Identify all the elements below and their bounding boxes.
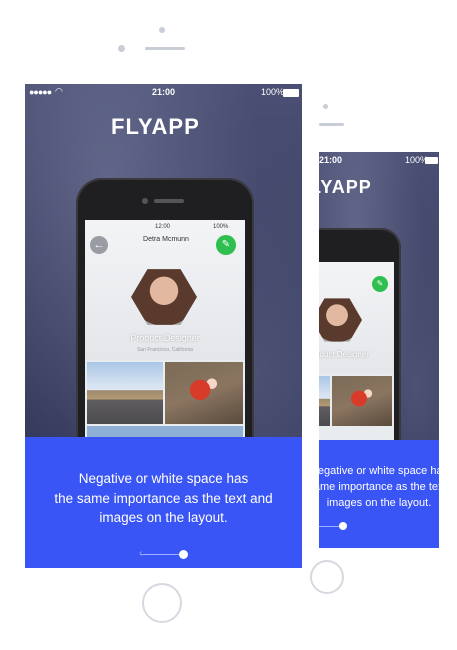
app-logo: FLYAPP [111, 114, 200, 139]
home-button[interactable] [142, 583, 182, 623]
phone-screen-2: ✎ Product Designer [319, 262, 394, 468]
edit-button[interactable]: ✎ [216, 235, 236, 255]
right-screen: 21:00 100% FLYAPP ✎ Product Designer Neg… [319, 152, 439, 548]
pencil-icon: ✎ [221, 239, 231, 250]
profile-role: Product Designer [130, 333, 200, 343]
caption-line-2-2: the same importance as the text and [319, 480, 439, 493]
app-logo-2: FLYAPP [319, 177, 372, 197]
phone-mockup-2: ✎ Product Designer [319, 228, 401, 468]
onboarding-caption-2: Negative or white space has the same imp… [319, 464, 439, 512]
onboarding-panel-2: Negative or white space has the same imp… [319, 440, 439, 548]
status-time: 21:00 [152, 87, 176, 97]
phone-speaker [154, 199, 184, 203]
onboarding-caption: Negative or white space has the same imp… [25, 469, 302, 528]
indicator-line [141, 554, 181, 555]
back-arrow-icon: ← [93, 239, 105, 251]
gallery-photo-road[interactable] [87, 362, 163, 424]
caption-line-1: Negative or white space has [78, 471, 249, 486]
profile-name: Detra Mcmunn [143, 236, 189, 243]
caption-line-2: the same importance as the text and [54, 490, 273, 506]
caption-line-3-2: images on the layout. [326, 496, 432, 509]
signal-dots: ●●●●● [29, 87, 52, 97]
inner-status-time: 12:00 [155, 224, 171, 230]
wifi-icon: ◠ [55, 86, 63, 96]
page-indicator[interactable]: ‹ [139, 549, 191, 561]
device-speaker-2 [319, 123, 344, 126]
gallery-photo-motocross[interactable] [165, 362, 243, 424]
pencil-icon-2: ✎ [376, 279, 384, 288]
device-speaker [145, 47, 185, 50]
phone-camera [142, 198, 148, 204]
caption-line-1-2: Negative or white space has [319, 465, 439, 477]
device-camera-dot [159, 27, 165, 33]
edit-button-2[interactable]: ✎ [372, 276, 388, 292]
device-sensor-dot [118, 45, 125, 52]
home-button-2[interactable] [310, 560, 344, 594]
left-screen: ●●●●● ◠ 21:00 100% FLYAPP 12:00 100% ← D… [25, 84, 302, 568]
back-button[interactable]: ← [90, 236, 108, 254]
status-time-2: 21:00 [319, 155, 343, 165]
battery-icon [283, 89, 299, 97]
battery-icon-2 [425, 157, 438, 164]
status-battery-text: 100% [261, 87, 285, 97]
phone-mockup: 12:00 100% ← Detra Mcmunn ✎ Product Desi… [76, 178, 254, 478]
caption-line-3: images on the layout. [99, 510, 228, 526]
inner-status-battery: 100% [213, 224, 229, 230]
onboarding-panel: Negative or white space has the same imp… [25, 437, 302, 568]
indicator-dot [179, 550, 188, 559]
indicator-dot-2 [339, 522, 347, 530]
profile-location: San Francisco, California [137, 347, 193, 353]
profile-role-2: Product Designer [319, 350, 369, 359]
indicator-line-2 [319, 526, 341, 527]
page-indicator-2[interactable] [319, 522, 349, 532]
status-bar-2: 21:00 100% [319, 152, 439, 170]
gallery-photo-road-2[interactable] [319, 376, 330, 426]
gallery-photo-motocross-2[interactable] [332, 376, 392, 426]
status-bar: ●●●●● ◠ 21:00 100% [25, 84, 302, 102]
device-camera-dot-2 [323, 104, 328, 109]
